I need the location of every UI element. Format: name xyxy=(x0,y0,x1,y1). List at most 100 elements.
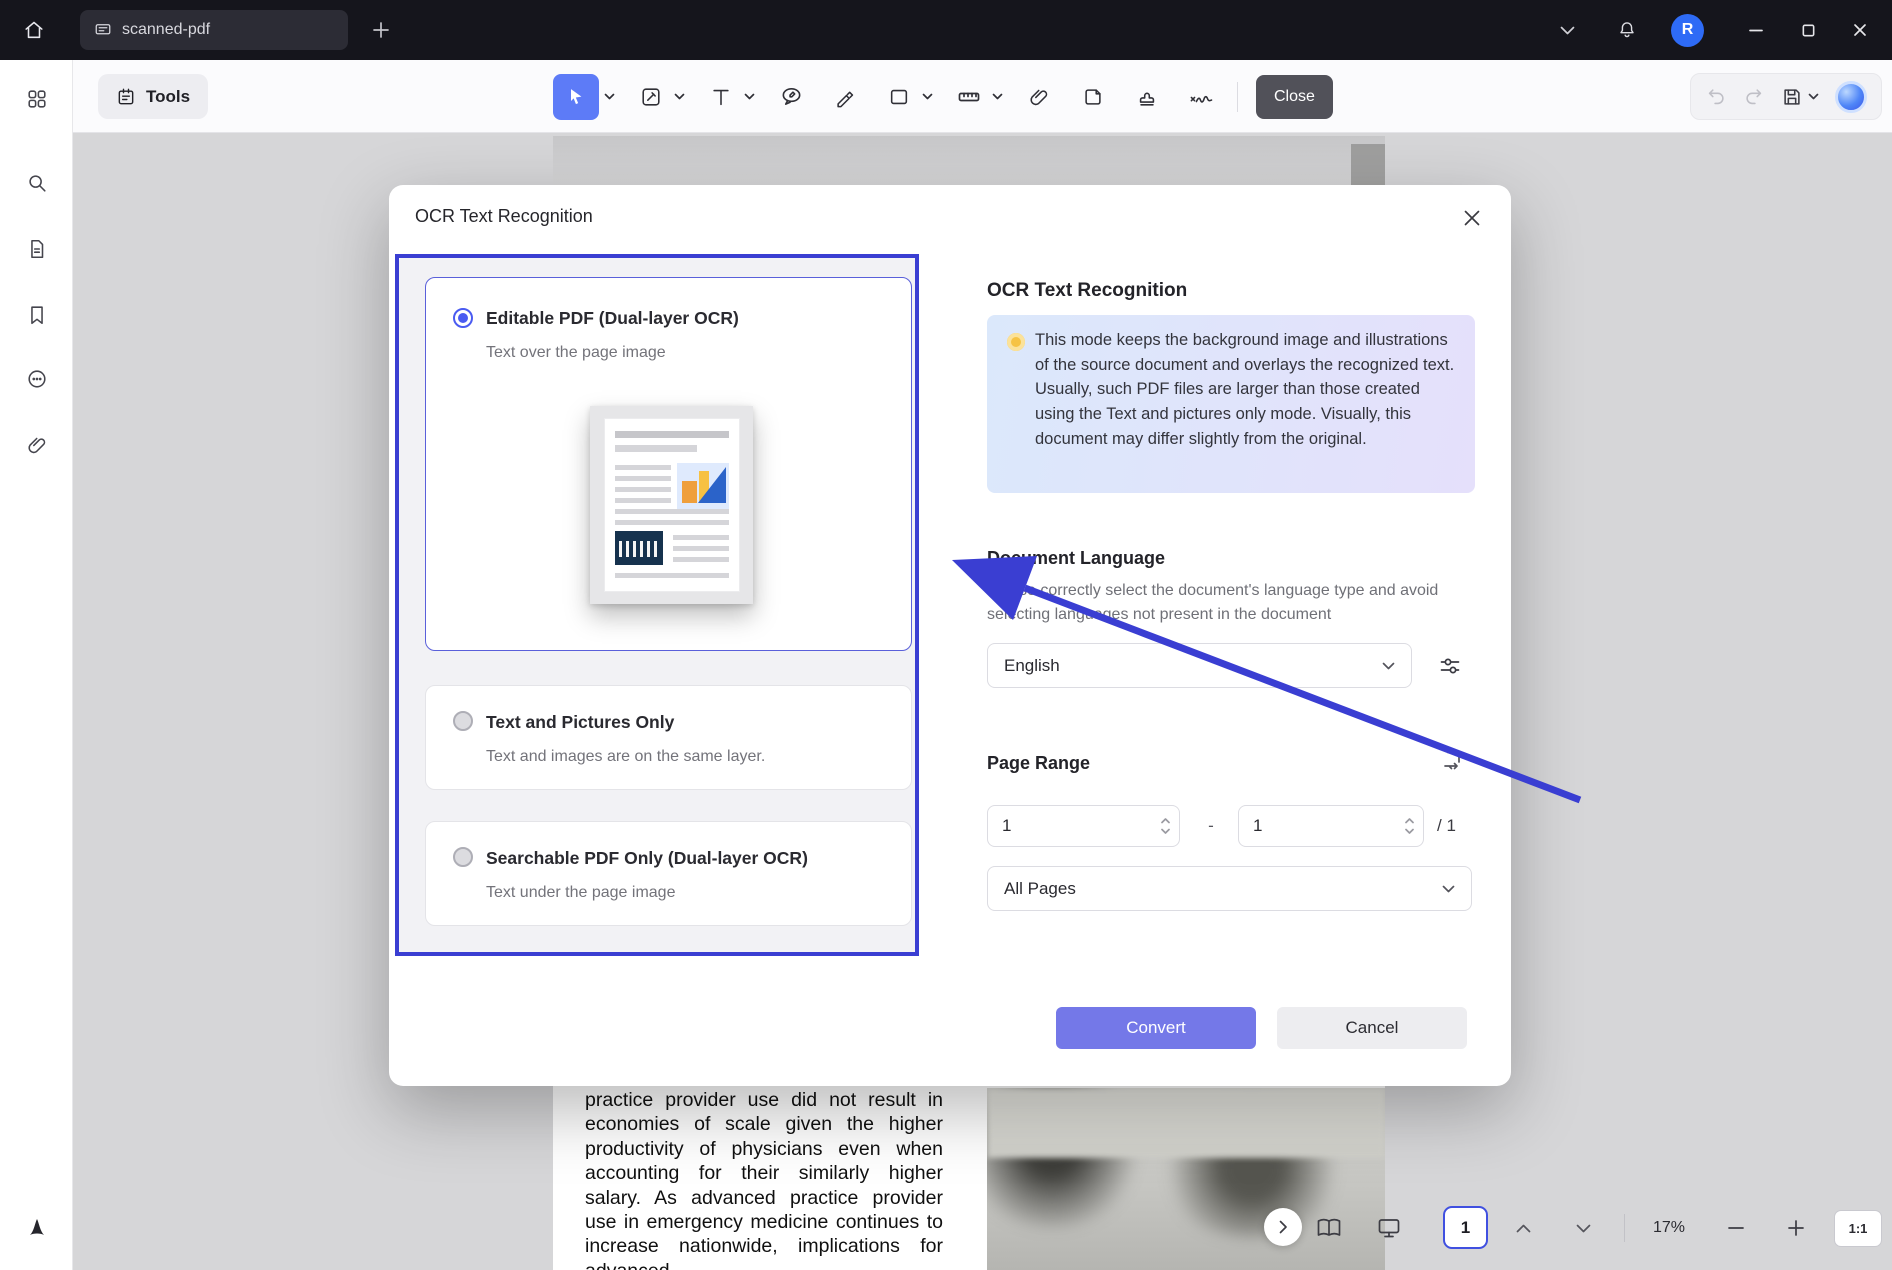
window-minimize-button[interactable] xyxy=(1730,10,1782,50)
attach-tool-button[interactable] xyxy=(1021,75,1057,119)
preview-line xyxy=(614,509,729,514)
comment-tool-button[interactable] xyxy=(773,75,809,119)
home-icon xyxy=(23,19,45,41)
pen-tool-button[interactable] xyxy=(827,75,863,119)
range-start-field[interactable] xyxy=(987,805,1180,847)
radio-unselected-icon[interactable] xyxy=(453,847,473,867)
chevron-down-icon xyxy=(1405,828,1414,834)
ocr-mode-option-editable-pdf[interactable]: Editable PDF (Dual-layer OCR) Text over … xyxy=(425,277,912,651)
new-tab-button[interactable] xyxy=(364,13,398,47)
redo-button[interactable] xyxy=(1743,86,1765,108)
tab-title: scanned-pdf xyxy=(122,21,211,38)
page-number-box[interactable] xyxy=(1443,1206,1488,1249)
scan-doc-icon xyxy=(94,21,112,39)
preview-line xyxy=(614,520,729,525)
minimize-icon xyxy=(1748,22,1764,38)
chevron-down-icon xyxy=(1161,828,1170,834)
stamp-tool-button[interactable] xyxy=(1129,75,1165,119)
chevron-down-icon[interactable] xyxy=(604,93,615,100)
sidebar-item-thumbnails[interactable] xyxy=(16,228,58,270)
radio-selected-icon[interactable] xyxy=(453,308,473,328)
app-logo-button[interactable] xyxy=(16,1206,58,1248)
sidebar-item-bookmarks[interactable] xyxy=(16,294,58,336)
page-range-label: Page Range xyxy=(987,753,1091,773)
document-tab[interactable]: scanned-pdf xyxy=(80,10,348,50)
number-stepper[interactable] xyxy=(1161,818,1170,834)
paperclip-icon xyxy=(26,434,48,456)
tools-button[interactable]: Tools xyxy=(98,74,209,119)
collapse-toolbar-button[interactable] xyxy=(1549,12,1585,48)
preview-line xyxy=(614,573,729,578)
number-stepper[interactable] xyxy=(1405,818,1414,834)
redo-icon xyxy=(1746,88,1762,104)
dialog-close-button[interactable] xyxy=(1455,201,1489,235)
zoom-out-button[interactable] xyxy=(1716,1208,1756,1248)
preview-line xyxy=(672,546,729,551)
save-button[interactable] xyxy=(1781,86,1803,108)
mode-info-text: This mode keeps the background image and… xyxy=(1035,331,1455,448)
pen-icon xyxy=(837,91,854,107)
text-icon xyxy=(713,89,729,105)
sliders-icon xyxy=(1438,654,1462,678)
page-content-smudge xyxy=(1351,144,1385,186)
language-select[interactable]: English xyxy=(987,643,1412,688)
ocr-mode-option-text-pictures[interactable]: Text and Pictures Only Text and images a… xyxy=(425,685,912,790)
chevron-down-icon[interactable] xyxy=(1808,93,1819,100)
page-range-settings-icon[interactable] xyxy=(1437,745,1469,777)
reading-view-button[interactable] xyxy=(1309,1208,1349,1248)
chevron-down-icon[interactable] xyxy=(744,93,755,100)
sidebar-item-comments[interactable] xyxy=(16,358,58,400)
option-title: Editable PDF (Dual-layer OCR) xyxy=(486,308,739,328)
page-number-input[interactable] xyxy=(1445,1208,1486,1247)
range-end-input[interactable] xyxy=(1239,806,1423,846)
undo-button[interactable] xyxy=(1705,86,1727,108)
chevron-down-icon xyxy=(1560,26,1575,35)
actual-size-button[interactable]: 1:1 xyxy=(1834,1210,1882,1247)
avatar[interactable]: R xyxy=(1671,13,1704,47)
chart-bar-orange xyxy=(681,481,697,503)
sidebar-item-panels[interactable] xyxy=(16,78,58,120)
signature-tool-button[interactable] xyxy=(1183,75,1219,119)
shape-tool-button[interactable] xyxy=(881,75,917,119)
notifications-button[interactable] xyxy=(1609,12,1645,48)
page-top-edge xyxy=(553,136,1385,186)
save-tool-group xyxy=(1781,86,1819,108)
zoom-level-label: 17% xyxy=(1652,1219,1686,1236)
next-page-button[interactable] xyxy=(1563,1208,1603,1248)
ai-assistant-button[interactable] xyxy=(1835,80,1867,113)
text-tool-button[interactable] xyxy=(703,75,739,119)
language-settings-button[interactable] xyxy=(1431,647,1469,685)
window-maximize-button[interactable] xyxy=(1782,10,1834,50)
edit-tool-button[interactable] xyxy=(633,75,669,119)
chevron-up-icon xyxy=(1405,818,1414,824)
chevron-down-icon[interactable] xyxy=(922,93,933,100)
sticker-tool-button[interactable] xyxy=(1075,75,1111,119)
range-end-field[interactable] xyxy=(1238,805,1424,847)
measure-tool-button[interactable] xyxy=(951,75,987,119)
cancel-button[interactable]: Cancel xyxy=(1277,1007,1467,1049)
range-start-input[interactable] xyxy=(988,806,1179,846)
comment-bubble-icon xyxy=(26,368,48,390)
previous-page-button[interactable] xyxy=(1503,1208,1543,1248)
expand-panel-button[interactable] xyxy=(1264,1208,1302,1246)
chevron-down-icon[interactable] xyxy=(674,93,685,100)
chevron-up-icon xyxy=(1516,1224,1531,1233)
window-close-button[interactable] xyxy=(1834,10,1886,50)
convert-button[interactable]: Convert xyxy=(1056,1007,1256,1049)
home-button[interactable] xyxy=(14,10,54,50)
page-scope-select[interactable]: All Pages xyxy=(987,866,1472,911)
chevron-down-icon[interactable] xyxy=(992,93,1003,100)
scanned-text-column: practice provider use did not result in … xyxy=(585,1089,943,1270)
left-sidebar xyxy=(0,60,73,1270)
close-mode-button[interactable]: Close xyxy=(1256,74,1333,119)
presentation-view-button[interactable] xyxy=(1369,1208,1409,1248)
sidebar-item-attachments[interactable] xyxy=(16,424,58,466)
chevron-right-icon xyxy=(1279,1220,1288,1234)
ocr-mode-option-searchable-pdf[interactable]: Searchable PDF Only (Dual-layer OCR) Tex… xyxy=(425,821,912,926)
app-logo-icon xyxy=(25,1215,49,1239)
zoom-in-button[interactable] xyxy=(1776,1208,1816,1248)
radio-unselected-icon[interactable] xyxy=(453,711,473,731)
sidebar-item-search[interactable] xyxy=(16,162,58,204)
range-separator: - xyxy=(1208,816,1214,835)
select-tool-button[interactable] xyxy=(553,73,599,120)
